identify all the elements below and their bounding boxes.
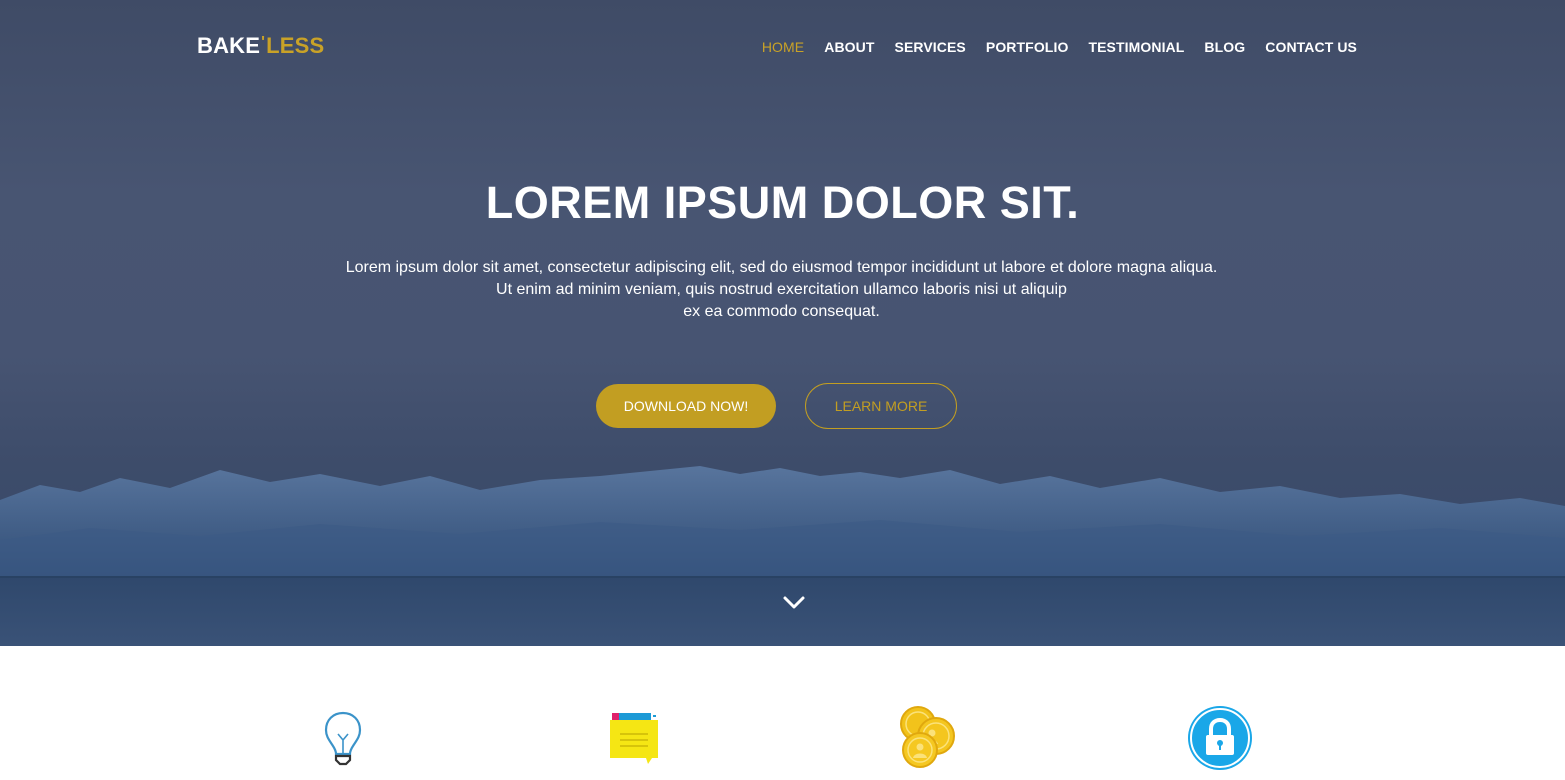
hero-title: LOREM IPSUM DOLOR SIT. bbox=[485, 177, 1080, 228]
nav-item-blog[interactable]: BLOG bbox=[1204, 39, 1245, 55]
gold-coins-icon bbox=[900, 706, 955, 768]
nav-item-services[interactable]: SERVICES bbox=[895, 39, 966, 55]
brand-separator: ' bbox=[261, 34, 266, 51]
lightbulb-icon bbox=[324, 711, 362, 766]
brand-part-1: BAKE bbox=[197, 33, 261, 58]
features-section bbox=[0, 646, 1565, 780]
hero-description: Lorem ipsum dolor sit amet, consectetur … bbox=[0, 257, 1563, 323]
learn-more-button[interactable]: LEARN MORE bbox=[805, 383, 957, 429]
nav-item-home[interactable]: HOME bbox=[762, 39, 804, 55]
padlock-icon bbox=[1188, 706, 1252, 770]
chevron-down-icon[interactable] bbox=[781, 594, 807, 612]
notepad-icon bbox=[610, 713, 658, 764]
main-nav: HOME ABOUT SERVICES PORTFOLIO TESTIMONIA… bbox=[762, 39, 1357, 55]
hero-section: BAKE'LESS HOME ABOUT SERVICES PORTFOLIO … bbox=[0, 0, 1565, 646]
brand-part-2: LESS bbox=[266, 33, 325, 58]
hero-description-line: ex ea commodo consequat. bbox=[683, 303, 880, 320]
nav-item-contact[interactable]: CONTACT US bbox=[1265, 39, 1357, 55]
nav-item-testimonial[interactable]: TESTIMONIAL bbox=[1088, 39, 1184, 55]
brand-logo[interactable]: BAKE'LESS bbox=[197, 33, 324, 59]
nav-item-portfolio[interactable]: PORTFOLIO bbox=[986, 39, 1069, 55]
hero-description-line: Lorem ipsum dolor sit amet, consectetur … bbox=[345, 259, 1218, 276]
hero-description-line: Ut enim ad minim veniam, quis nostrud ex… bbox=[496, 281, 1067, 298]
download-now-button[interactable]: DOWNLOAD NOW! bbox=[596, 384, 776, 428]
glacier-background bbox=[0, 466, 1565, 646]
nav-item-about[interactable]: ABOUT bbox=[824, 39, 874, 55]
